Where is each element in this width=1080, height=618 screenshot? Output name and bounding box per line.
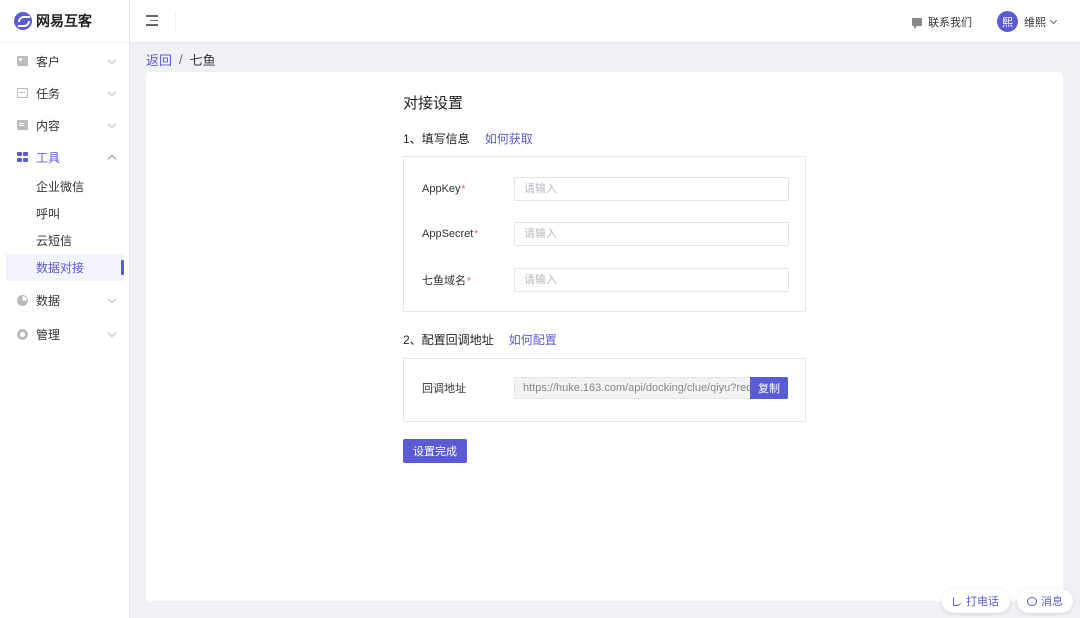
top-header: 联系我们 熙 维熙 — [130, 0, 1080, 43]
call-label: 打电话 — [966, 596, 999, 608]
appkey-row: AppKey* — [422, 177, 789, 201]
sidebar-item-content[interactable]: 内容 — [0, 109, 129, 141]
required-mark: * — [474, 229, 479, 240]
section-callback: 2、配置回调地址 如何配置 — [403, 331, 557, 348]
appsecret-input[interactable] — [514, 222, 789, 246]
logo[interactable]: 网易互客 — [0, 0, 129, 43]
breadcrumb: 返回 / 七鱼 — [146, 50, 216, 69]
customer-card-icon — [17, 56, 28, 66]
main-card: 对接设置 1、填写信息 如何获取 AppKey* AppSecret* 七鱼域名… — [146, 72, 1063, 601]
section-title: 2、配置回调地址 — [403, 333, 494, 347]
sidebar-menu: 客户 任务 内容 工具 企业微信 呼叫 云短信 数据对接 数据 管理 — [0, 43, 129, 350]
sidebar-subitem-sms[interactable]: 云短信 — [0, 227, 129, 254]
callback-panel: 回调地址 https://huke.163.com/api/docking/cl… — [403, 358, 806, 422]
sidebar-subitem-call[interactable]: 呼叫 — [0, 200, 129, 227]
credentials-panel: AppKey* AppSecret* 七鱼域名* — [403, 156, 806, 312]
sidebar-item-data[interactable]: 数据 — [0, 284, 129, 316]
section-fill-info: 1、填写信息 如何获取 — [403, 130, 533, 147]
callback-url-field[interactable]: https://huke.163.com/api/docking/clue/qi… — [514, 377, 750, 399]
how-to-configure-link[interactable]: 如何配置 — [509, 331, 557, 348]
sidebar-subitem-wecom[interactable]: 企业微信 — [0, 173, 129, 200]
section-title: 1、填写信息 — [403, 132, 470, 146]
grid-apps-icon — [17, 151, 28, 163]
qiyu-domain-row: 七鱼域名* — [422, 268, 789, 292]
gear-icon — [17, 328, 28, 340]
avatar: 熙 — [997, 11, 1018, 32]
phone-icon — [953, 596, 962, 606]
how-to-get-link[interactable]: 如何获取 — [485, 130, 533, 147]
required-mark: * — [467, 276, 471, 287]
message-button[interactable]: 消息 — [1017, 589, 1073, 613]
appsecret-row: AppSecret* — [422, 222, 789, 246]
appkey-input[interactable] — [514, 177, 789, 201]
call-button[interactable]: 打电话 — [942, 589, 1010, 613]
callback-row: 回调地址 https://huke.163.com/api/docking/cl… — [422, 377, 788, 399]
chevron-down-icon — [107, 328, 117, 337]
required-mark: * — [461, 184, 466, 195]
sidebar-item-label: 管理 — [36, 327, 61, 342]
chevron-up-icon — [107, 154, 117, 163]
menu-collapse-icon[interactable] — [146, 15, 158, 26]
copy-button[interactable]: 复制 — [750, 377, 788, 399]
sidebar-item-task[interactable]: 任务 — [0, 77, 129, 109]
logo-text: 网易互客 — [36, 13, 92, 29]
chevron-down-icon — [107, 294, 117, 303]
breadcrumb-separator: / — [179, 52, 183, 67]
logo-icon — [14, 12, 32, 30]
sidebar-subitem-data-docking[interactable]: 数据对接 — [6, 254, 124, 281]
sidebar-item-label: 工具 — [36, 150, 61, 165]
chevron-down-icon — [1049, 16, 1058, 24]
chevron-down-icon — [107, 55, 117, 64]
appsecret-label: AppSecret* — [422, 228, 479, 240]
chevron-down-icon — [107, 87, 117, 96]
calendar-icon — [17, 88, 28, 98]
qiyu-domain-input[interactable] — [514, 268, 789, 292]
finish-setup-button[interactable]: 设置完成 — [403, 439, 467, 463]
sidebar-item-manage[interactable]: 管理 — [0, 318, 129, 350]
contact-us-button[interactable]: 联系我们 — [912, 14, 972, 30]
sidebar-item-label: 客户 — [36, 54, 61, 69]
document-icon — [17, 120, 28, 130]
sidebar-item-label: 数据 — [36, 293, 61, 308]
message-icon — [1027, 596, 1037, 606]
user-name: 维熙 — [1024, 16, 1046, 29]
contact-us-label: 联系我们 — [928, 17, 972, 29]
message-label: 消息 — [1041, 596, 1063, 608]
page-title: 对接设置 — [403, 95, 464, 112]
sidebar-item-tools[interactable]: 工具 — [0, 141, 129, 173]
pie-chart-icon — [17, 294, 28, 306]
user-menu[interactable]: 熙 维熙 — [997, 11, 1058, 32]
sidebar-item-label: 内容 — [36, 118, 61, 133]
sidebar-item-customer[interactable]: 客户 — [0, 45, 129, 77]
callback-label: 回调地址 — [422, 383, 466, 395]
sidebar: 网易互客 客户 任务 内容 工具 企业微信 呼叫 云短信 数据对接 数据 管理 — [0, 0, 130, 618]
breadcrumb-current: 七鱼 — [189, 53, 216, 68]
chevron-down-icon — [107, 119, 117, 128]
header-divider — [175, 11, 176, 33]
back-link[interactable]: 返回 — [146, 50, 172, 69]
chat-bubble-icon — [912, 18, 922, 29]
appkey-label: AppKey* — [422, 183, 466, 195]
sidebar-item-label: 任务 — [36, 86, 61, 101]
qiyu-domain-label: 七鱼域名* — [422, 275, 471, 287]
